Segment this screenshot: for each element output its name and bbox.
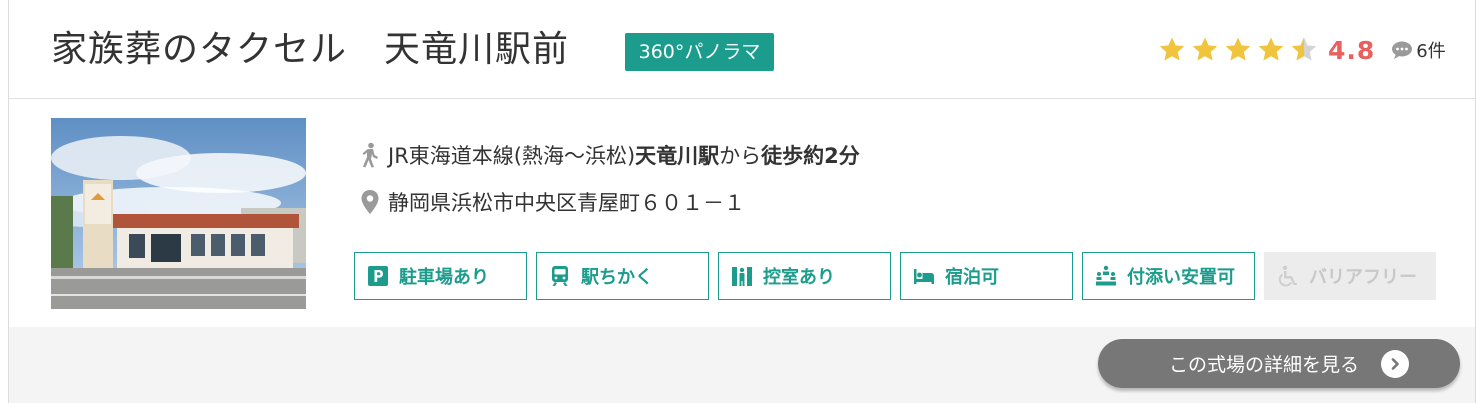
feature-waiting-room[interactable]: 控室あり bbox=[718, 252, 891, 300]
funeral-hall-card: 家族葬のタクセル 天竜川駅前 360°パノラマ 4.8 6件 JR東海道本線(熱… bbox=[8, 0, 1476, 403]
half-star-icon bbox=[1291, 37, 1317, 61]
access-station: 天竜川駅 bbox=[635, 144, 720, 168]
access-from: から bbox=[719, 144, 762, 168]
panorama-badge[interactable]: 360°パノラマ bbox=[625, 33, 774, 71]
feature-label: 宿泊可 bbox=[945, 267, 999, 288]
feature-near-station[interactable]: 駅ちかく bbox=[536, 252, 709, 300]
hall-photo[interactable] bbox=[51, 118, 306, 309]
card-footer: この式場の詳細を見る bbox=[9, 327, 1475, 403]
feature-label: 駅ちかく bbox=[581, 267, 653, 288]
rating-stars bbox=[1157, 35, 1322, 65]
wheelchair-icon bbox=[1278, 265, 1297, 287]
chevron-right-icon bbox=[1381, 349, 1409, 378]
map-pin-icon bbox=[361, 190, 379, 214]
rating-value: 4.8 bbox=[1328, 35, 1376, 65]
rating: 4.8 6件 bbox=[1157, 30, 1446, 70]
parking-icon bbox=[368, 266, 388, 286]
feature-label: 駐車場あり bbox=[399, 267, 489, 288]
hall-name[interactable]: 家族葬のタクセル 天竜川駅前 bbox=[51, 26, 569, 74]
train-icon bbox=[552, 266, 568, 286]
access-info: JR東海道本線(熱海～浜松) 天竜川駅 から 徒歩約2分 bbox=[359, 140, 860, 170]
feature-overnight-stay[interactable]: 宿泊可 bbox=[900, 252, 1073, 300]
access-walk-time: 徒歩約2分 bbox=[761, 144, 860, 168]
feature-label: 付添い安置可 bbox=[1127, 267, 1235, 288]
address-info: 静岡県浜松市中央区青屋町６０１－１ bbox=[359, 187, 745, 217]
view-details-label: この式場の詳細を見る bbox=[1168, 354, 1359, 376]
card-body: JR東海道本線(熱海～浜松) 天竜川駅 から 徒歩約2分 静岡県浜松市中央区青屋… bbox=[9, 100, 1475, 327]
feature-barrier-free: バリアフリー bbox=[1264, 252, 1436, 300]
bed-icon bbox=[914, 269, 934, 284]
feature-label: バリアフリー bbox=[1309, 267, 1417, 288]
speech-bubble-icon bbox=[1392, 41, 1413, 59]
view-details-button[interactable]: この式場の詳細を見る bbox=[1098, 339, 1460, 388]
attendance-icon bbox=[1096, 265, 1116, 286]
walking-person-icon bbox=[362, 142, 378, 168]
card-header: 家族葬のタクセル 天竜川駅前 360°パノラマ 4.8 6件 bbox=[9, 0, 1475, 99]
star-icon bbox=[1225, 37, 1251, 61]
star-icon bbox=[1159, 37, 1185, 61]
waiting-room-icon bbox=[732, 267, 752, 286]
hall-photo-image bbox=[51, 118, 306, 309]
feature-label: 控室あり bbox=[763, 267, 835, 288]
address-text: 静岡県浜松市中央区青屋町６０１－１ bbox=[388, 191, 745, 215]
access-line: JR東海道本線(熱海～浜松) bbox=[388, 144, 636, 168]
star-icon bbox=[1258, 37, 1284, 61]
review-count[interactable]: 6件 bbox=[1416, 37, 1445, 63]
star-icon bbox=[1192, 37, 1218, 61]
feature-attendance[interactable]: 付添い安置可 bbox=[1082, 252, 1255, 300]
feature-list: 駐車場あり 駅ちかく 控室あり 宿泊可 付添い安置可 バリアフリー bbox=[354, 252, 1445, 300]
feature-parking[interactable]: 駐車場あり bbox=[354, 252, 527, 300]
